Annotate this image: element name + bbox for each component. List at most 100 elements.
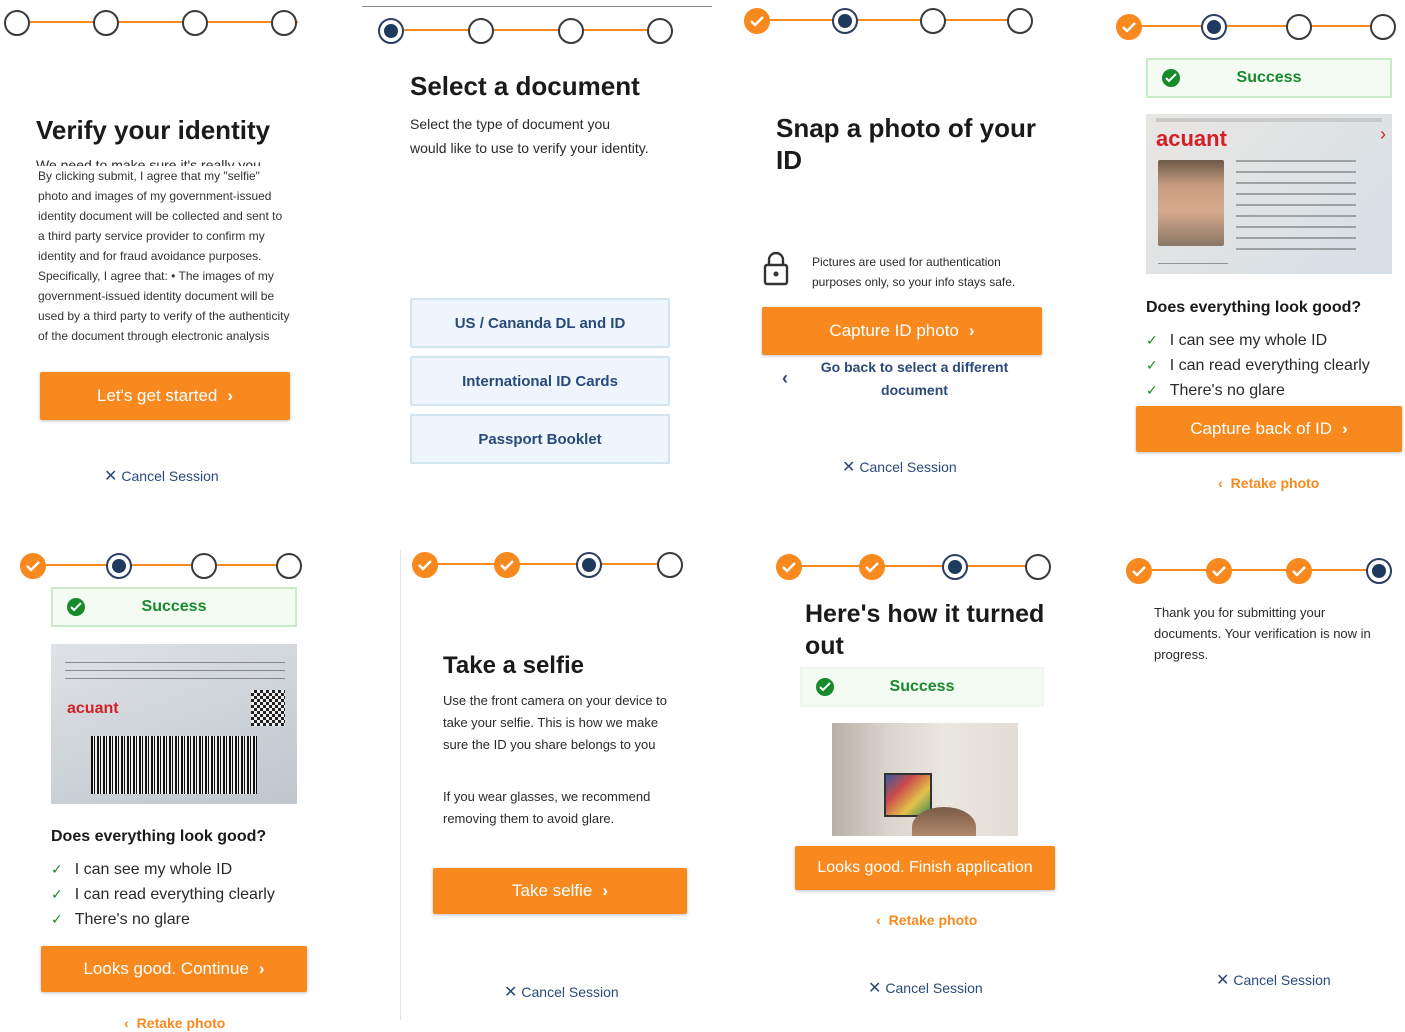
close-icon: ✕ bbox=[1216, 972, 1230, 989]
capture-id-button[interactable]: Capture ID photo › bbox=[762, 307, 1042, 355]
step-3-current-icon bbox=[576, 552, 602, 578]
intro-partial-text: We need to make sure it's really you bbox=[36, 157, 261, 166]
close-icon: ✕ bbox=[104, 468, 118, 485]
page-title: Select a document bbox=[410, 71, 640, 101]
doc-option-intl-id[interactable]: International ID Cards bbox=[410, 356, 670, 406]
step-2-icon bbox=[93, 10, 119, 36]
progress-stepper bbox=[4, 8, 304, 38]
check-icon: ✓ bbox=[51, 886, 63, 902]
progress-stepper bbox=[776, 552, 1076, 582]
check-circle-icon bbox=[67, 598, 85, 616]
step-4-icon bbox=[647, 18, 673, 44]
panel-selfie-result: Here's how it turned out Success Looks g… bbox=[760, 520, 1080, 1032]
check-icon: ✓ bbox=[1146, 332, 1158, 348]
progress-stepper bbox=[412, 550, 702, 580]
capture-back-label: Capture back of ID bbox=[1190, 419, 1333, 438]
step-2-current-icon bbox=[832, 8, 858, 34]
finish-application-button[interactable]: Looks good. Finish application bbox=[795, 846, 1055, 890]
back-link-label: Go back to select a different document bbox=[820, 359, 1009, 398]
step-4-current-icon bbox=[1366, 558, 1392, 584]
step-2-complete-icon bbox=[1206, 558, 1232, 584]
success-banner: Success bbox=[1146, 58, 1392, 98]
retake-photo-link[interactable]: ‹ Retake photo bbox=[876, 912, 977, 928]
retake-photo-link[interactable]: ‹ Retake photo bbox=[124, 1015, 225, 1031]
review-question: Does everything look good? bbox=[1146, 299, 1362, 316]
selfie-photo bbox=[832, 723, 1018, 836]
retake-label: Retake photo bbox=[136, 1015, 226, 1031]
check-icon: ✓ bbox=[1146, 382, 1158, 398]
chevron-left-icon: ‹ bbox=[782, 368, 788, 388]
id-portrait bbox=[1158, 160, 1224, 246]
step-4-icon bbox=[1007, 8, 1033, 34]
step-2-current-icon bbox=[1201, 14, 1227, 40]
take-selfie-label: Take selfie bbox=[512, 881, 593, 900]
doc-option-passport[interactable]: Passport Booklet bbox=[410, 414, 670, 464]
check-item: There's no glare bbox=[74, 910, 190, 928]
cancel-session-link[interactable]: ✕ Cancel Session bbox=[868, 978, 983, 998]
close-icon: ✕ bbox=[504, 984, 518, 1001]
cancel-session-link[interactable]: ✕ Cancel Session bbox=[842, 457, 957, 477]
looks-good-continue-button[interactable]: Looks good. Continue › bbox=[41, 946, 307, 992]
capture-id-label: Capture ID photo bbox=[829, 321, 959, 340]
id-brand-text: acuant bbox=[1156, 126, 1227, 151]
retake-photo-link[interactable]: ‹ Retake photo bbox=[1218, 475, 1319, 491]
play-icon: › bbox=[1380, 124, 1386, 144]
chevron-right-icon: › bbox=[602, 881, 608, 900]
back-link[interactable]: ‹ Go back to select a different document bbox=[782, 356, 1042, 402]
take-selfie-button[interactable]: Take selfie › bbox=[433, 868, 687, 914]
success-banner: Success bbox=[800, 667, 1044, 707]
step-3-icon bbox=[1286, 14, 1312, 40]
step-4-icon bbox=[657, 552, 683, 578]
continue-label: Looks good. Continue bbox=[83, 959, 249, 978]
progress-stepper bbox=[378, 16, 698, 46]
doc-option-dl-id[interactable]: US / Cananda DL and ID bbox=[410, 298, 670, 348]
chevron-right-icon: › bbox=[258, 959, 265, 978]
panel-select-document: Select a document Select the type of doc… bbox=[362, 0, 712, 510]
cancel-session-link[interactable]: ✕ Cancel Session bbox=[104, 466, 219, 486]
step-2-current-icon bbox=[106, 553, 132, 579]
qr-code bbox=[251, 690, 285, 726]
get-started-button[interactable]: Let's get started › bbox=[40, 372, 290, 420]
step-1-complete-icon bbox=[776, 554, 802, 580]
step-1-complete-icon bbox=[1126, 558, 1152, 584]
retake-label: Retake photo bbox=[888, 912, 978, 928]
id-signature bbox=[1158, 254, 1228, 264]
step-2-complete-icon bbox=[494, 552, 520, 578]
success-label: Success bbox=[889, 678, 955, 695]
step-3-current-icon bbox=[942, 554, 968, 580]
id-front-photo: acuant › bbox=[1146, 114, 1392, 274]
step-3-complete-icon bbox=[1286, 558, 1312, 584]
submission-message: Thank you for submitting your documents.… bbox=[1154, 605, 1371, 662]
capture-back-button[interactable]: Capture back of ID › bbox=[1136, 406, 1402, 452]
page-title: Snap a photo of your ID bbox=[776, 113, 1036, 175]
step-1-complete-icon bbox=[1116, 14, 1142, 40]
lock-icon bbox=[762, 250, 790, 286]
panel-verify-identity: Verify your identity We need to make sur… bbox=[0, 0, 330, 510]
panel-review-front-id: Success acuant › Does everything look go… bbox=[1100, 0, 1405, 510]
id-brand-text: acuant bbox=[67, 700, 119, 717]
get-started-label: Let's get started bbox=[96, 386, 218, 405]
cancel-session-link[interactable]: ✕ Cancel Session bbox=[1216, 970, 1331, 990]
review-checklist: ✓ I can see my whole ID ✓ I can read every… bbox=[1146, 328, 1370, 403]
cancel-session-label: Cancel Session bbox=[121, 468, 219, 484]
step-4-icon bbox=[1025, 554, 1051, 580]
check-icon: ✓ bbox=[51, 911, 63, 927]
cancel-session-link[interactable]: ✕ Cancel Session bbox=[504, 982, 619, 1002]
step-1-complete-icon bbox=[744, 8, 770, 34]
page-title: Take a selfie bbox=[443, 652, 584, 679]
step-3-icon bbox=[191, 553, 217, 579]
top-border bbox=[362, 6, 712, 7]
chevron-left-icon: ‹ bbox=[124, 1015, 129, 1031]
step-3-icon bbox=[182, 10, 208, 36]
step-2-complete-icon bbox=[859, 554, 885, 580]
step-2-icon bbox=[468, 18, 494, 44]
close-icon: ✕ bbox=[842, 459, 856, 476]
consent-text[interactable]: By clicking submit, I agree that my "sel… bbox=[38, 166, 290, 356]
step-1-icon bbox=[4, 10, 30, 36]
cancel-session-label: Cancel Session bbox=[885, 980, 983, 996]
success-banner: Success bbox=[51, 587, 297, 627]
chevron-right-icon: › bbox=[227, 386, 234, 405]
chevron-right-icon: › bbox=[968, 321, 975, 340]
check-item: I can see my whole ID bbox=[74, 860, 233, 878]
chevron-left-icon: ‹ bbox=[1218, 475, 1223, 491]
